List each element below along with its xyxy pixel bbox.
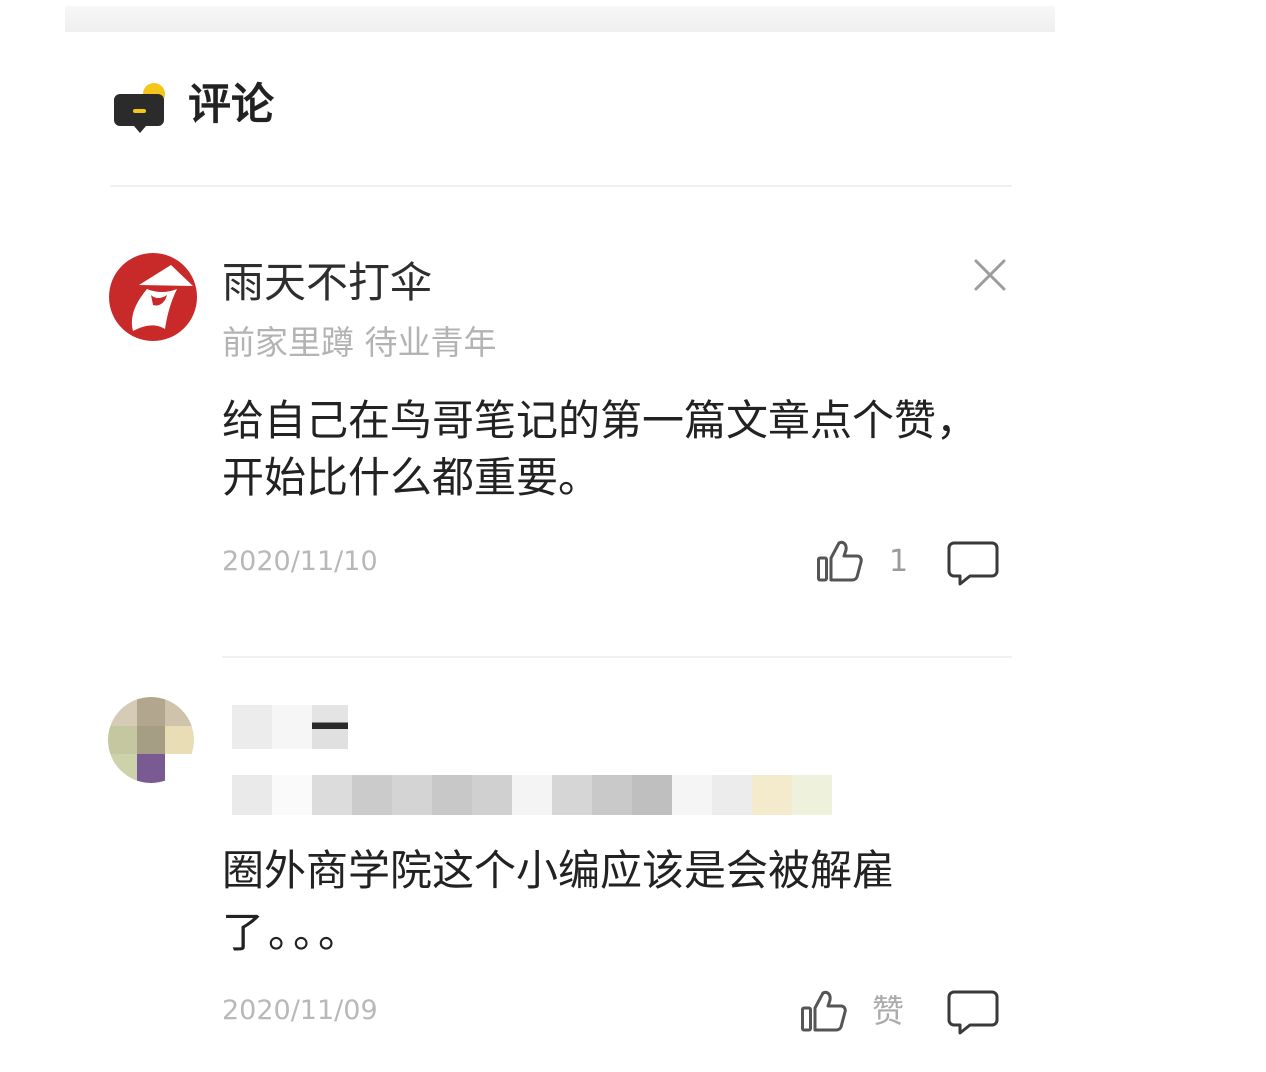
redacted-author-tagline [232, 775, 832, 815]
comment-text-line: 了。。。 [222, 908, 365, 957]
top-fade-bar [65, 6, 1055, 32]
thumbs-up-icon[interactable] [800, 988, 848, 1034]
comments-header-icon [112, 80, 172, 140]
comment-author-name[interactable]: 雨天不打伞 [222, 258, 432, 308]
comments-title: 评论 [188, 80, 274, 130]
comment-text-line: 给自己在鸟哥笔记的第一篇文章点个赞， [222, 396, 979, 445]
comment-text-line: 开始比什么都重要。 [222, 453, 601, 502]
thumbs-up-icon[interactable] [816, 538, 864, 584]
avatar[interactable] [108, 697, 194, 783]
comment-divider [222, 656, 1012, 658]
comment-date: 2020/11/09 [222, 995, 378, 1026]
reply-bubble-icon[interactable] [946, 540, 1000, 586]
reply-bubble-icon[interactable] [946, 989, 1000, 1035]
comment-date: 2020/11/10 [222, 546, 378, 577]
avatar[interactable] [109, 253, 197, 341]
comment-author-tagline: 前家里蹲 待业青年 [222, 323, 497, 362]
like-count: 1 [889, 544, 909, 579]
close-icon[interactable] [972, 257, 1008, 293]
redacted-author-name [232, 705, 348, 749]
header-divider [110, 185, 1012, 187]
like-label: 赞 [872, 992, 905, 1030]
comment-text-line: 圈外商学院这个小编应该是会被解雇 [222, 846, 895, 895]
